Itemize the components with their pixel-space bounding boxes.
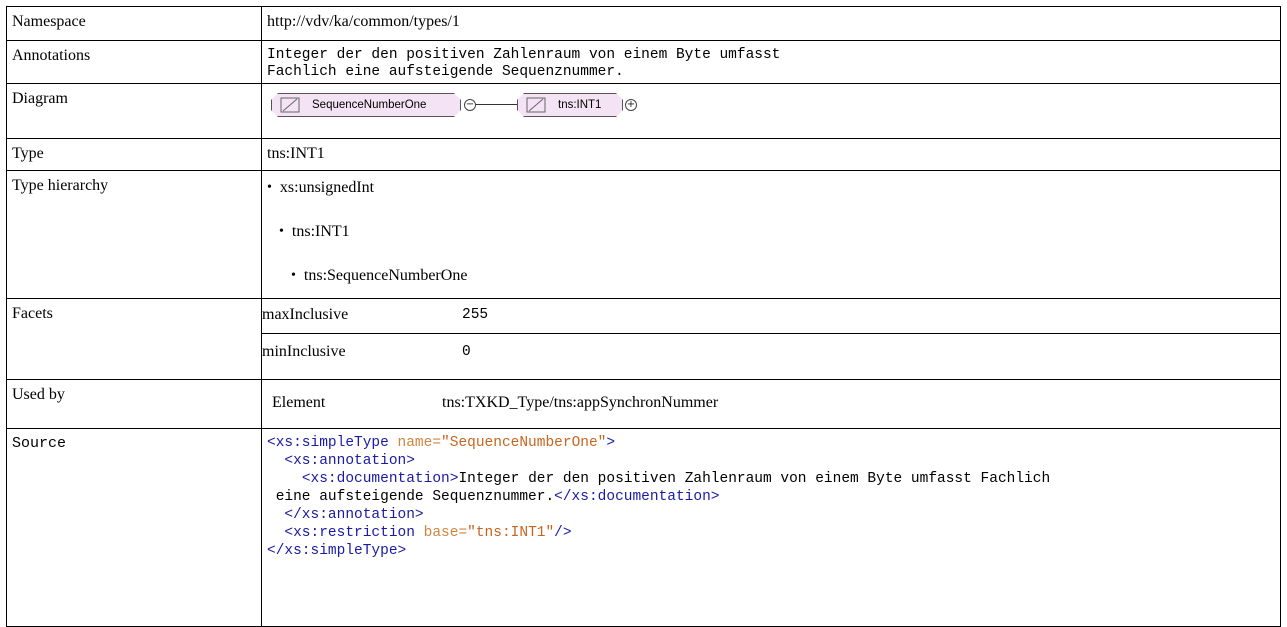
diagram: SequenceNumberOne − tns:INT1 + xyxy=(267,90,1280,122)
type-label: Type xyxy=(6,138,262,171)
facets-value: maxInclusive 255 minInclusive 0 xyxy=(261,298,1281,380)
bullet-icon: • xyxy=(291,268,296,283)
xml-tag: <xs:simpleType xyxy=(267,435,389,451)
facet-name: maxInclusive xyxy=(262,306,349,323)
source-label: Source xyxy=(6,428,262,627)
facet-value: 255 xyxy=(462,307,489,323)
diagram-node-int1[interactable]: tns:INT1 xyxy=(517,93,623,117)
hierarchy-item: • xs:unsignedInt xyxy=(267,178,374,198)
facet-row: maxInclusive 255 xyxy=(262,299,1280,331)
annotation-line-1: Integer der den positiven Zahlenraum von… xyxy=(267,47,781,63)
xml-tag: </xs:annotation> xyxy=(284,507,424,523)
namespace-value: http://vdv/ka/common/types/1 xyxy=(261,6,1281,41)
type-row: Type tns:INT1 xyxy=(6,138,1281,171)
source-line: <xs:annotation> xyxy=(267,452,1280,470)
source-line: <xs:simpleType name="SequenceNumberOne"> xyxy=(267,434,1280,452)
type-hierarchy-label: Type hierarchy xyxy=(6,170,262,299)
diagram-connector xyxy=(476,104,517,105)
xml-text: eine aufsteigende Sequenznummer. xyxy=(275,489,555,505)
used-by-label: Used by xyxy=(6,379,262,429)
source-line: </xs:annotation> xyxy=(267,506,1280,524)
xml-attr-value: "tns:INT1" xyxy=(467,525,555,541)
type-hierarchy-value: • xs:unsignedInt • tns:INT1 • tns:SequenceN… xyxy=(261,170,1281,299)
simple-type-icon xyxy=(280,97,302,113)
diagram-node-sequencenumberone[interactable]: SequenceNumberOne xyxy=(271,93,461,117)
used-by-value: Element tns:TXKD_Type/tns:appSynchronNum… xyxy=(261,379,1281,429)
xml-attr: name= xyxy=(397,435,442,451)
diagram-node-label: SequenceNumberOne xyxy=(312,99,427,111)
used-by-ref-link[interactable]: tns:TXKD_Type/tns:appSynchronNummer xyxy=(442,394,718,412)
xml-tag: <xs:documentation> xyxy=(301,471,459,487)
bullet-icon: • xyxy=(279,224,284,239)
diagram-node-label: tns:INT1 xyxy=(558,99,602,111)
xml-text: Integer der den positiven Zahlenraum von… xyxy=(458,471,1051,487)
used-by-row: Used by Element tns:TXKD_Type/tns:appSyn… xyxy=(6,379,1281,429)
facet-value: 0 xyxy=(462,344,471,360)
source-code: <xs:simpleType name="SequenceNumberOne">… xyxy=(261,428,1281,627)
type-hierarchy-row: Type hierarchy • xs:unsignedInt • tns:INT1… xyxy=(6,170,1281,299)
facets-row: Facets maxInclusive 255 minInclusive 0 xyxy=(6,298,1281,380)
facet-row: minInclusive 0 xyxy=(262,336,1280,368)
expand-icon[interactable]: + xyxy=(625,99,637,111)
annotations-row: Annotations Integer der den positiven Za… xyxy=(6,40,1281,84)
diagram-label: Diagram xyxy=(6,83,262,139)
annotations-value: Integer der den positiven Zahlenraum von… xyxy=(261,40,1281,84)
source-line: <xs:documentation>Integer der den positi… xyxy=(267,470,1280,488)
simple-type-icon xyxy=(526,97,548,113)
bullet-icon: • xyxy=(267,180,272,195)
diagram-cell: SequenceNumberOne − tns:INT1 + xyxy=(261,83,1281,139)
xml-tag: /> xyxy=(554,525,572,541)
used-by-entry: Element tns:TXKD_Type/tns:appSynchronNum… xyxy=(262,388,1280,418)
hierarchy-item: • tns:SequenceNumberOne xyxy=(291,266,467,286)
schema-doc-table: Namespace http://vdv/ka/common/types/1 A… xyxy=(6,6,1281,627)
xml-tag: </xs:documentation> xyxy=(554,489,720,505)
annotations-label: Annotations xyxy=(6,40,262,84)
xml-tag: </xs:simpleType> xyxy=(267,543,407,559)
diagram-row: Diagram SequenceNumberOne − tns:INT1 + xyxy=(6,83,1281,139)
namespace-row: Namespace http://vdv/ka/common/types/1 xyxy=(6,6,1281,41)
hierarchy-item-label: xs:unsignedInt xyxy=(279,179,375,196)
annotation-line-2: Fachlich eine aufsteigende Sequenznummer… xyxy=(267,64,624,80)
xml-attr: base= xyxy=(423,525,468,541)
hierarchy-item-label: tns:INT1 xyxy=(291,223,350,240)
hierarchy-item: • tns:INT1 xyxy=(279,222,350,242)
source-row: Source <xs:simpleType name="SequenceNumb… xyxy=(6,428,1281,627)
source-line: <xs:restriction base="tns:INT1"/> xyxy=(267,524,1280,542)
facet-divider xyxy=(262,333,1280,334)
source-line: </xs:simpleType> xyxy=(267,542,1280,560)
hierarchy-item-label: tns:SequenceNumberOne xyxy=(303,267,468,284)
xml-attr-value: "SequenceNumberOne" xyxy=(441,435,607,451)
namespace-label: Namespace xyxy=(6,6,262,41)
xml-tag: <xs:annotation> xyxy=(284,453,415,469)
facets-label: Facets xyxy=(6,298,262,380)
used-by-kind: Element xyxy=(272,394,326,411)
xml-tag: <xs:restriction xyxy=(284,525,415,541)
collapse-icon[interactable]: − xyxy=(464,99,476,111)
xml-tag: > xyxy=(606,435,616,451)
type-value: tns:INT1 xyxy=(261,138,1281,171)
source-line: eine aufsteigende Sequenznummer.</xs:doc… xyxy=(267,488,1280,506)
facet-name: minInclusive xyxy=(262,343,346,360)
